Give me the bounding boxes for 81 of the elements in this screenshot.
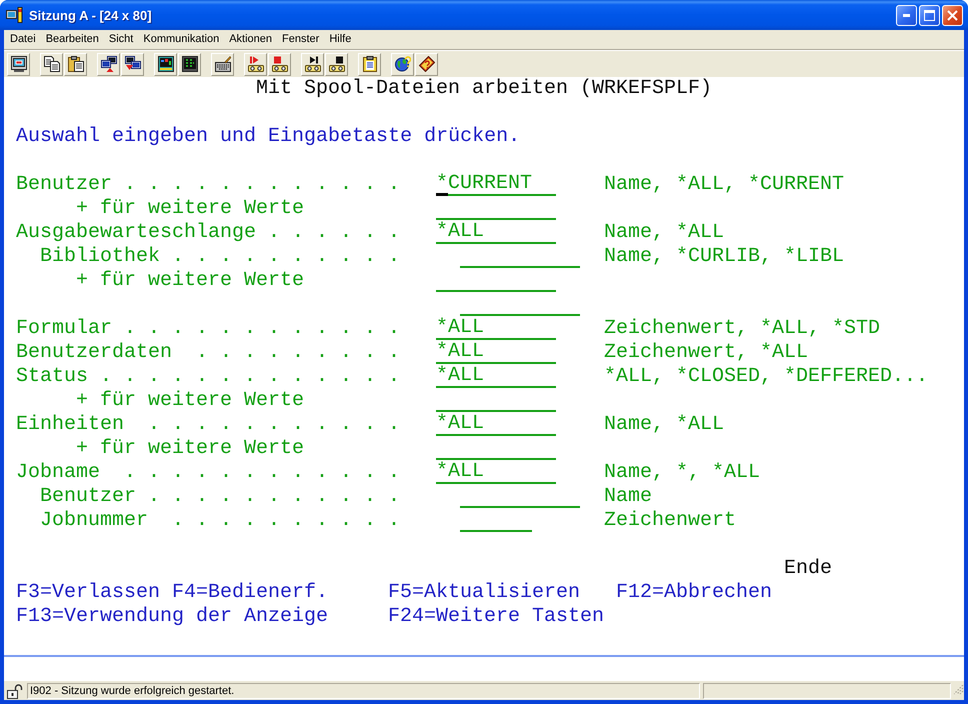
menu-item[interactable]: Hilfe — [324, 31, 356, 48]
toolbar-button[interactable] — [178, 52, 201, 76]
tape-stop-icon — [328, 56, 344, 72]
minimize-icon — [903, 14, 910, 16]
toolbar-button[interactable] — [325, 52, 348, 76]
terminal-screen-icon — [182, 56, 198, 72]
field-label: Benutzerdaten . . . . . . . . . — [16, 341, 400, 365]
menu-item[interactable]: Sicht — [104, 31, 138, 48]
paste-icon — [68, 56, 84, 72]
monitors-down-arrow-icon — [124, 56, 140, 72]
close-icon — [947, 10, 958, 20]
resize-grip-icon — [954, 685, 964, 697]
field-hint: Name, *ALL, *CURRENT — [604, 173, 844, 197]
toolbar-button[interactable] — [268, 52, 291, 76]
field-hint: *ALL, *CLOSED, *DEFFERED... — [604, 365, 928, 389]
toolbar-button[interactable] — [40, 52, 63, 76]
field-hint: Zeichenwert, *ALL — [604, 341, 808, 365]
toolbar-button[interactable] — [7, 52, 30, 76]
toolbar-button[interactable] — [244, 52, 267, 76]
function-key-label: F12=Abbrechen — [616, 581, 772, 605]
color-screen-icon — [158, 56, 174, 72]
field-label: Einheiten . . . . . . . . . . . — [16, 413, 400, 437]
end-indicator: Ende — [784, 557, 832, 581]
field-label: Benutzer . . . . . . . . . . . — [40, 485, 400, 509]
toolbar-button[interactable] — [415, 52, 438, 76]
close-button[interactable] — [942, 4, 963, 26]
tape-record-icon — [248, 56, 264, 72]
globe-help-icon — [394, 56, 410, 72]
tape-play-icon — [304, 56, 320, 72]
field-hint: Zeichenwert, *ALL, *STD — [604, 317, 880, 341]
field-hint: Name, *ALL — [604, 413, 724, 437]
tape-record-stop-icon — [272, 56, 288, 72]
field-label: Benutzer . . . . . . . . . . . . — [16, 173, 400, 197]
menu-item[interactable]: Aktionen — [224, 31, 278, 48]
more-values-label: + für weitere Werte — [76, 389, 304, 413]
toolbar-button[interactable] — [97, 52, 120, 76]
field-hint: Name, *, *ALL — [604, 461, 760, 485]
more-values-label: + für weitere Werte — [76, 269, 304, 293]
menu-item[interactable]: Bearbeiten — [40, 31, 104, 48]
field-label: Formular . . . . . . . . . . . . — [16, 317, 400, 341]
function-key-label: F5=Aktualisieren — [388, 581, 580, 605]
maximize-button[interactable] — [919, 4, 940, 26]
app-icon — [6, 7, 24, 23]
copy-icon — [44, 56, 60, 72]
function-key-label: F13=Verwendung der Anzeige — [16, 605, 328, 629]
function-key-label: F3=Verlassen — [16, 581, 160, 605]
window-title: Sitzung A - [24 x 80] — [29, 8, 153, 22]
screen-title: Mit Spool-Dateien arbeiten (WRKEFSPLF) — [256, 77, 712, 101]
field-hint: Name, *ALL — [604, 221, 724, 245]
field-label: Bibliothek . . . . . . . . . . — [40, 245, 400, 269]
field-label: Jobname . . . . . . . . . . . . — [16, 461, 400, 485]
status-message: I902 - Sitzung wurde erfolgreich gestartet. — [27, 683, 700, 699]
maximize-icon — [924, 10, 935, 20]
toolbar-button[interactable] — [301, 52, 324, 76]
menu-item[interactable]: Datei — [5, 31, 41, 48]
function-key-label: F4=Bedienerf. — [172, 581, 328, 605]
toolbar-button[interactable] — [211, 52, 234, 76]
toolbar-button[interactable] — [358, 52, 381, 76]
more-values-label: + für weitere Werte — [76, 437, 304, 461]
function-key-label: F24=Weitere Tasten — [388, 605, 604, 629]
toolbar-button[interactable] — [391, 52, 414, 76]
keyboard-icon — [214, 56, 230, 72]
help-book-icon — [418, 56, 434, 72]
field-hint: Zeichenwert — [604, 509, 736, 533]
menu-item[interactable]: Fenster — [277, 31, 324, 48]
field-label: Jobnummer . . . . . . . . . . — [40, 509, 400, 533]
minimize-button[interactable] — [896, 4, 917, 26]
toolbar-button[interactable] — [121, 52, 144, 76]
toolbar-button[interactable] — [64, 52, 87, 76]
instruction-text: Auswahl eingeben und Eingabetaste drücken. — [16, 125, 520, 149]
clipboard-icon — [362, 56, 378, 72]
menu-item[interactable]: Kommunikation — [138, 31, 224, 48]
field-label: Ausgabewarteschlange . . . . . . — [16, 221, 400, 245]
monitors-up-arrow-icon — [100, 56, 116, 72]
more-values-label: + für weitere Werte — [76, 197, 304, 221]
toolbar-button[interactable] — [154, 52, 177, 76]
field-label: Status . . . . . . . . . . . . . — [16, 365, 400, 389]
padlock-icon — [6, 684, 24, 698]
screen-icon — [10, 56, 26, 72]
field-hint: Name — [604, 485, 652, 509]
field-hint: Name, *CURLIB, *LIBL — [604, 245, 844, 269]
